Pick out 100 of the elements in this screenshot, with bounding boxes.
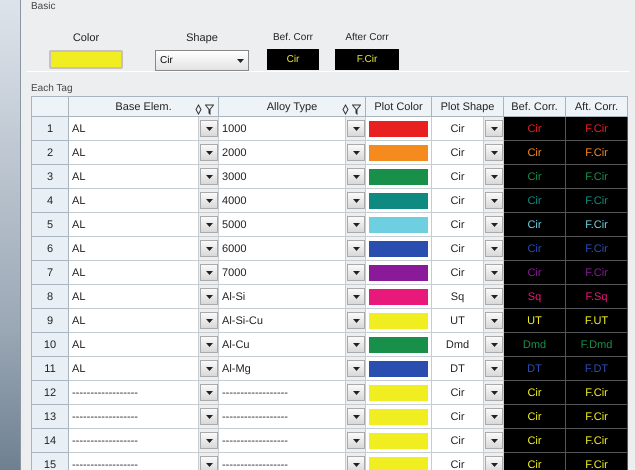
- dropdown-button[interactable]: [485, 312, 503, 329]
- color-swatch[interactable]: [369, 336, 428, 352]
- column-header[interactable]: Bef. Corr.: [504, 96, 566, 116]
- table-cell[interactable]: AL: [68, 164, 198, 188]
- dropdown-button[interactable]: [347, 216, 365, 233]
- table-cell[interactable]: ------------------: [218, 404, 346, 428]
- dropdown-button[interactable]: [200, 120, 218, 137]
- column-header[interactable]: Aft. Corr.: [566, 96, 628, 116]
- dropdown-button[interactable]: [200, 312, 218, 329]
- color-swatch[interactable]: [369, 312, 428, 328]
- table-cell[interactable]: AL: [68, 188, 198, 212]
- table-cell[interactable]: Al-Cu: [218, 332, 346, 356]
- color-swatch[interactable]: [369, 408, 428, 424]
- table-cell[interactable]: AL: [68, 284, 198, 308]
- dropdown-button[interactable]: [485, 336, 503, 353]
- dropdown-button[interactable]: [200, 240, 218, 257]
- table-cell[interactable]: 3000: [218, 164, 346, 188]
- table-cell[interactable]: AL: [68, 236, 198, 260]
- dropdown-button[interactable]: [347, 432, 365, 449]
- dropdown-button[interactable]: [200, 408, 218, 425]
- dropdown-button[interactable]: [200, 192, 218, 209]
- color-swatch[interactable]: [369, 192, 428, 208]
- sort-icon[interactable]: [342, 104, 349, 114]
- table-cell[interactable]: 2000: [218, 140, 346, 164]
- dropdown-button[interactable]: [200, 360, 218, 377]
- filter-icon[interactable]: [205, 104, 214, 114]
- dropdown-button[interactable]: [347, 168, 365, 185]
- dropdown-button[interactable]: [347, 288, 365, 305]
- table-cell[interactable]: 6000: [218, 236, 346, 260]
- dropdown-button[interactable]: [485, 432, 503, 449]
- dropdown-button[interactable]: [485, 360, 503, 377]
- dropdown-button[interactable]: [485, 192, 503, 209]
- dropdown-button[interactable]: [485, 216, 503, 233]
- column-header[interactable]: Plot Shape: [432, 96, 504, 116]
- column-header[interactable]: Alloy Type: [218, 96, 366, 116]
- color-swatch[interactable]: [369, 216, 428, 232]
- dropdown-button[interactable]: [485, 120, 503, 137]
- table-cell[interactable]: 5000: [218, 212, 346, 236]
- table-cell[interactable]: AL: [68, 260, 198, 284]
- table-cell[interactable]: Al-Si: [218, 284, 346, 308]
- color-swatch[interactable]: [369, 168, 428, 184]
- dropdown-button[interactable]: [485, 288, 503, 305]
- table-cell[interactable]: AL: [68, 212, 198, 236]
- shape-dropdown[interactable]: Cir: [155, 50, 249, 71]
- dropdown-button[interactable]: [347, 312, 365, 329]
- dropdown-button[interactable]: [347, 456, 365, 470]
- table-cell[interactable]: AL: [68, 140, 198, 164]
- table-cell[interactable]: AL: [68, 332, 198, 356]
- color-swatch[interactable]: [369, 432, 428, 448]
- color-swatch[interactable]: [369, 384, 428, 400]
- table-cell[interactable]: 4000: [218, 188, 346, 212]
- sort-icon[interactable]: [195, 104, 202, 114]
- table-cell[interactable]: ------------------: [68, 404, 198, 428]
- column-header[interactable]: Plot Color: [366, 96, 432, 116]
- table-cell[interactable]: ------------------: [68, 428, 198, 452]
- dropdown-button[interactable]: [347, 192, 365, 209]
- filter-icon[interactable]: [352, 104, 361, 114]
- dropdown-button[interactable]: [200, 336, 218, 353]
- color-swatch[interactable]: [369, 456, 428, 470]
- dropdown-button[interactable]: [347, 360, 365, 377]
- table-cell[interactable]: ------------------: [68, 380, 198, 404]
- dropdown-button[interactable]: [200, 216, 218, 233]
- table-cell[interactable]: ------------------: [218, 428, 346, 452]
- color-swatch[interactable]: [369, 144, 428, 160]
- dropdown-button[interactable]: [200, 432, 218, 449]
- color-swatch[interactable]: [369, 360, 428, 376]
- table-cell[interactable]: Al-Si-Cu: [218, 308, 346, 332]
- dropdown-button[interactable]: [485, 384, 503, 401]
- dropdown-button[interactable]: [485, 144, 503, 161]
- column-header[interactable]: Base Elem.: [68, 96, 218, 116]
- dropdown-button[interactable]: [200, 144, 218, 161]
- dropdown-button[interactable]: [485, 240, 503, 257]
- table-cell[interactable]: AL: [68, 308, 198, 332]
- dropdown-button[interactable]: [200, 168, 218, 185]
- dropdown-button[interactable]: [347, 120, 365, 137]
- dropdown-button[interactable]: [347, 264, 365, 281]
- dropdown-button[interactable]: [347, 144, 365, 161]
- table-cell[interactable]: AL: [68, 116, 198, 140]
- table-cell[interactable]: 1000: [218, 116, 346, 140]
- dropdown-button[interactable]: [485, 408, 503, 425]
- color-swatch[interactable]: [49, 50, 123, 69]
- dropdown-button[interactable]: [485, 168, 503, 185]
- dropdown-button[interactable]: [200, 264, 218, 281]
- table-cell[interactable]: Al-Mg: [218, 356, 346, 380]
- dropdown-button[interactable]: [200, 456, 218, 470]
- dropdown-button[interactable]: [347, 384, 365, 401]
- dropdown-button[interactable]: [485, 264, 503, 281]
- color-swatch[interactable]: [369, 120, 428, 136]
- dropdown-button[interactable]: [485, 456, 503, 470]
- dropdown-button[interactable]: [200, 288, 218, 305]
- table-cell[interactable]: 7000: [218, 260, 346, 284]
- dropdown-button[interactable]: [200, 384, 218, 401]
- dropdown-button[interactable]: [347, 336, 365, 353]
- color-swatch[interactable]: [369, 288, 428, 304]
- dropdown-button[interactable]: [347, 408, 365, 425]
- table-cell[interactable]: AL: [68, 356, 198, 380]
- color-swatch[interactable]: [369, 264, 428, 280]
- dropdown-button[interactable]: [347, 240, 365, 257]
- table-cell[interactable]: ------------------: [218, 380, 346, 404]
- color-swatch[interactable]: [369, 240, 428, 256]
